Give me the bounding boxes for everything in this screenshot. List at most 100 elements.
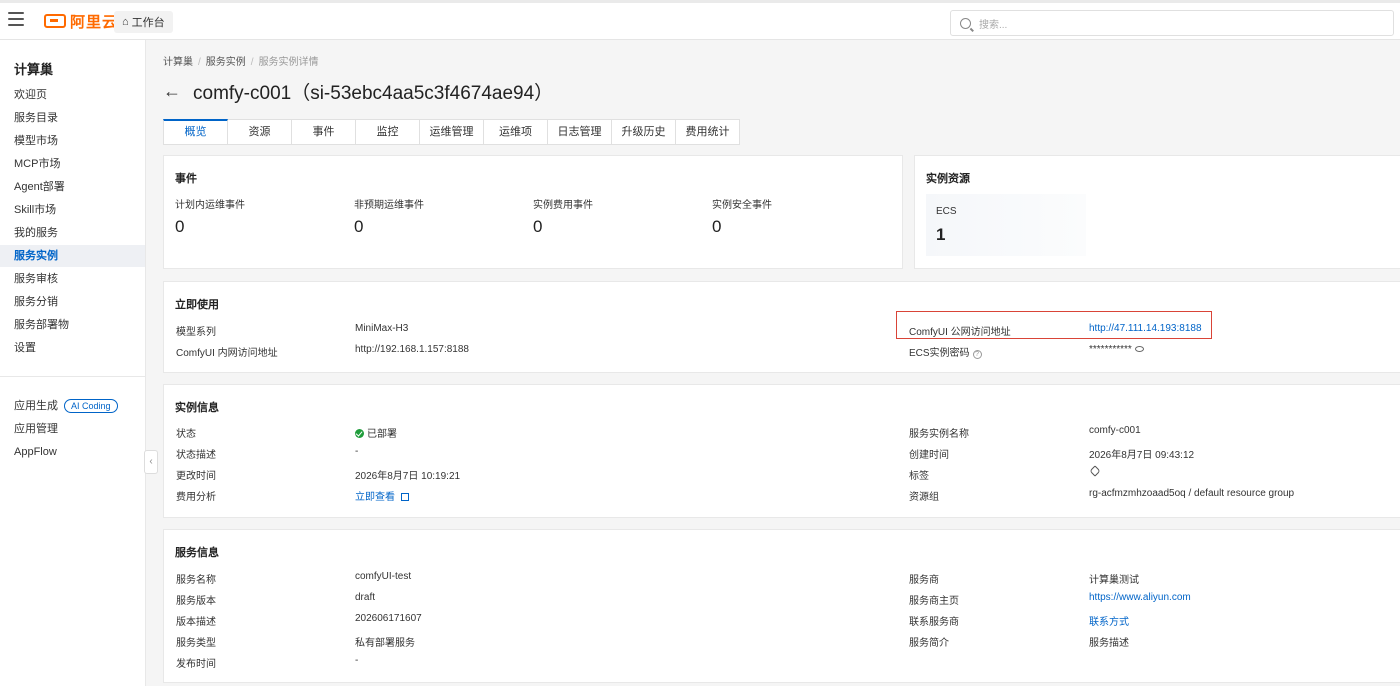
event-count[interactable]: 0 bbox=[533, 217, 542, 237]
sidebar-divider bbox=[0, 376, 145, 377]
aliyun-logo[interactable]: 阿里云 bbox=[44, 11, 118, 31]
sidebar-item-settings[interactable]: 设置 bbox=[0, 337, 145, 359]
status-badge: 已部署 bbox=[355, 425, 397, 440]
ecs-count: 1 bbox=[936, 225, 946, 244]
breadcrumb-item[interactable]: 服务实例 bbox=[206, 57, 246, 68]
sidebar-item-service-instances[interactable]: 服务实例 bbox=[0, 245, 145, 267]
breadcrumb-item[interactable]: 计算巢 bbox=[163, 57, 193, 68]
sidebar: 计算巢 欢迎页 服务目录 模型市场 MCP市场 Agent部署 Skill市场 … bbox=[0, 40, 146, 686]
tab-overview[interactable]: 概览 bbox=[163, 119, 228, 145]
version-desc-label: 版本描述 bbox=[176, 617, 216, 628]
search-icon bbox=[960, 17, 971, 29]
sidebar-item-app-generation[interactable]: 应用生成 AI Coding bbox=[0, 395, 145, 417]
service-version-value: draft bbox=[355, 592, 376, 603]
tab-cost-statistics[interactable]: 费用统计 bbox=[676, 119, 740, 145]
status-label: 状态 bbox=[176, 429, 196, 440]
workbench-label: 工作台 bbox=[131, 17, 165, 29]
event-label: 实例安全事件 bbox=[712, 200, 772, 211]
publish-time-value: - bbox=[355, 655, 359, 666]
sidebar-item-service-catalog[interactable]: 服务目录 bbox=[0, 107, 145, 129]
tab-bar: 概览 资源 事件 监控 运维管理 运维项 日志管理 升级历史 费用统计 bbox=[163, 119, 740, 145]
provider-label: 服务商 bbox=[909, 575, 939, 586]
tab-log-management[interactable]: 日志管理 bbox=[548, 119, 612, 145]
modified-value: 2026年8月7日 10:19:21 bbox=[355, 471, 461, 482]
tab-monitoring[interactable]: 监控 bbox=[356, 119, 420, 145]
sidebar-item-agent-deploy[interactable]: Agent部署 bbox=[0, 176, 145, 198]
quick-use-card: 立即使用 模型系列 MiniMax-H3 ComfyUI 内网访问地址 http… bbox=[163, 281, 1400, 373]
instance-info-card: 实例信息 状态 已部署 状态描述 - 更改时间 2026年8月7日 10:19:… bbox=[163, 384, 1400, 518]
top-bar: 阿里云 ⌂ 工作台 搜索... bbox=[0, 0, 1400, 40]
brand-name: 阿里云 bbox=[70, 13, 119, 31]
sidebar-item-my-services[interactable]: 我的服务 bbox=[0, 222, 145, 244]
sidebar-item-appflow[interactable]: AppFlow bbox=[0, 441, 145, 463]
eye-icon[interactable] bbox=[1134, 346, 1144, 352]
event-count[interactable]: 0 bbox=[354, 217, 363, 237]
sidebar-item-model-market[interactable]: 模型市场 bbox=[0, 130, 145, 152]
provider-homepage-link[interactable]: https://www.aliyun.com bbox=[1089, 592, 1191, 603]
service-type-value: 私有部署服务 bbox=[355, 638, 415, 649]
inner-url-value[interactable]: http://192.168.1.157:8188 bbox=[355, 344, 469, 355]
modified-label: 更改时间 bbox=[176, 471, 216, 482]
sidebar-item-deploy-artifacts[interactable]: 服务部署物 bbox=[0, 314, 145, 336]
event-label: 实例费用事件 bbox=[533, 200, 593, 211]
instance-name-label: 服务实例名称 bbox=[909, 429, 969, 440]
tab-ops-management[interactable]: 运维管理 bbox=[420, 119, 484, 145]
inner-url-label: ComfyUI 内网访问地址 bbox=[176, 348, 278, 359]
tab-resources[interactable]: 资源 bbox=[228, 119, 292, 145]
page-title-row: ← comfy-c001（si-53ebc4aa5c3f4674ae94） bbox=[163, 78, 553, 105]
event-count[interactable]: 0 bbox=[175, 217, 184, 237]
sidebar-item-skill-market[interactable]: Skill市场 bbox=[0, 199, 145, 221]
service-info-title: 服务信息 bbox=[175, 547, 219, 559]
home-icon: ⌂ bbox=[122, 16, 129, 28]
ecs-password-label-wrap: ECS实例密码? bbox=[909, 344, 982, 359]
sidebar-item-app-management[interactable]: 应用管理 bbox=[0, 418, 145, 440]
tag-icon-wrap[interactable] bbox=[1089, 465, 1101, 478]
back-arrow-icon[interactable]: ← bbox=[163, 81, 181, 102]
menu-icon[interactable] bbox=[8, 12, 24, 26]
cost-analysis-link[interactable]: 立即查看 bbox=[355, 488, 409, 503]
page-title: comfy-c001（si-53ebc4aa5c3f4674ae94） bbox=[193, 83, 554, 104]
tags-label: 标签 bbox=[909, 471, 929, 482]
publish-time-label: 发布时间 bbox=[176, 659, 216, 670]
sidebar-collapse-button[interactable]: ‹ bbox=[144, 450, 158, 474]
contact-provider-link[interactable]: 联系方式 bbox=[1089, 613, 1129, 628]
tab-upgrade-history[interactable]: 升级历史 bbox=[612, 119, 676, 145]
quick-use-title: 立即使用 bbox=[175, 299, 219, 311]
search-input[interactable]: 搜索... bbox=[950, 10, 1394, 36]
workbench-button[interactable]: ⌂ 工作台 bbox=[114, 11, 173, 33]
service-name-label: 服务名称 bbox=[176, 575, 216, 586]
provider-value: 计算巢测试 bbox=[1089, 575, 1139, 586]
chevron-left-icon: ‹ bbox=[149, 456, 153, 467]
external-link-icon bbox=[401, 493, 409, 501]
help-icon[interactable]: ? bbox=[972, 350, 982, 359]
service-name-value: comfyUI-test bbox=[355, 571, 412, 582]
cost-label: 费用分析 bbox=[176, 492, 216, 503]
sidebar-item-welcome[interactable]: 欢迎页 bbox=[0, 84, 145, 106]
event-count[interactable]: 0 bbox=[712, 217, 721, 237]
ai-coding-badge: AI Coding bbox=[64, 399, 118, 413]
tab-events[interactable]: 事件 bbox=[292, 119, 356, 145]
provider-homepage-label: 服务商主页 bbox=[909, 596, 959, 607]
service-version-label: 服务版本 bbox=[176, 596, 216, 607]
ecs-password-label: ECS实例密码 bbox=[909, 348, 970, 359]
status-desc-label: 状态描述 bbox=[176, 450, 216, 461]
logo-icon bbox=[44, 14, 66, 28]
service-info-card: 服务信息 服务名称 comfyUI-test 服务版本 draft 版本描述 2… bbox=[163, 529, 1400, 683]
event-label: 计划内运维事件 bbox=[175, 200, 245, 211]
tab-ops-items[interactable]: 运维项 bbox=[484, 119, 548, 145]
check-circle-icon bbox=[355, 429, 364, 438]
sidebar-item-service-review[interactable]: 服务审核 bbox=[0, 268, 145, 290]
ecs-resource-tile[interactable]: ECS 1 bbox=[926, 194, 1086, 256]
resources-card: 实例资源 ECS 1 bbox=[914, 155, 1400, 269]
sidebar-title: 计算巢 bbox=[14, 62, 54, 77]
model-series-label: 模型系列 bbox=[176, 327, 216, 338]
sidebar-item-mcp-market[interactable]: MCP市场 bbox=[0, 153, 145, 175]
created-label: 创建时间 bbox=[909, 450, 949, 461]
tag-icon bbox=[1089, 465, 1101, 477]
instance-name-value: comfy-c001 bbox=[1089, 425, 1141, 436]
status-value: 已部署 bbox=[367, 429, 397, 440]
breadcrumb-current: 服务实例详情 bbox=[258, 57, 319, 68]
sidebar-item-service-distribution[interactable]: 服务分销 bbox=[0, 291, 145, 313]
service-type-label: 服务类型 bbox=[176, 638, 216, 649]
resources-title: 实例资源 bbox=[926, 173, 970, 185]
